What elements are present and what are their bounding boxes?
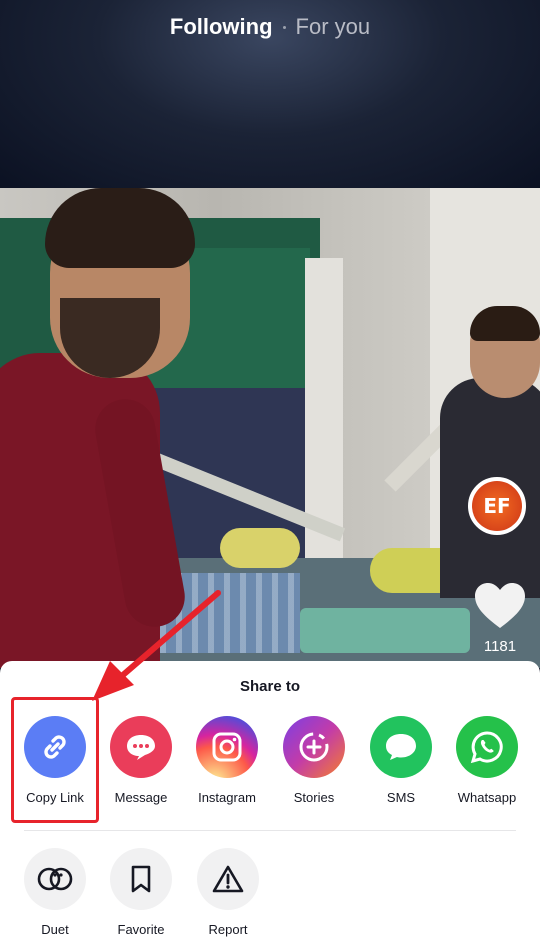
tab-separator bbox=[282, 25, 286, 29]
action-label: Report bbox=[208, 922, 248, 937]
creator-avatar[interactable]: EF bbox=[468, 477, 526, 535]
action-label: Duet bbox=[41, 922, 69, 937]
creator-avatar-text: EF bbox=[483, 494, 511, 518]
heart-icon[interactable] bbox=[474, 582, 526, 630]
video-person-background-hair bbox=[470, 306, 540, 341]
duet-button[interactable]: Duet bbox=[12, 848, 98, 937]
duet-icon bbox=[24, 848, 86, 910]
copy-link-highlight bbox=[11, 697, 99, 823]
tab-following[interactable]: Following bbox=[170, 14, 273, 40]
share-label: SMS bbox=[386, 790, 416, 805]
message-bubble-icon bbox=[110, 716, 172, 778]
video-food bbox=[220, 528, 300, 568]
share-sheet-divider bbox=[24, 830, 516, 831]
share-sheet: Share to Copy Link Message Instagram Sto… bbox=[0, 661, 540, 952]
share-sms-button[interactable]: SMS bbox=[358, 716, 444, 805]
share-instagram-button[interactable]: Instagram bbox=[184, 716, 270, 805]
tab-for-you[interactable]: For you bbox=[296, 14, 371, 40]
whatsapp-icon bbox=[456, 716, 518, 778]
like-count: 1181 bbox=[483, 638, 517, 655]
feed-tabs: Following For you bbox=[0, 10, 540, 44]
video-towels bbox=[300, 608, 470, 653]
share-message-button[interactable]: Message bbox=[98, 716, 184, 805]
share-label: Whatsapp bbox=[457, 790, 517, 805]
warning-triangle-icon bbox=[197, 848, 259, 910]
instagram-icon bbox=[196, 716, 258, 778]
share-label: Stories bbox=[293, 790, 335, 805]
sms-bubble-icon bbox=[370, 716, 432, 778]
share-label: Instagram bbox=[198, 790, 256, 805]
share-sheet-title: Share to bbox=[239, 678, 300, 695]
report-button[interactable]: Report bbox=[185, 848, 271, 937]
share-label: Message bbox=[114, 790, 168, 805]
share-whatsapp-button[interactable]: Whatsapp bbox=[444, 716, 530, 805]
screen: Following For you EF 1181 Share to Copy … bbox=[0, 0, 540, 952]
creator-avatar-logo: EF bbox=[472, 481, 522, 531]
action-label: Favorite bbox=[117, 922, 165, 937]
favorite-button[interactable]: Favorite bbox=[98, 848, 184, 937]
share-stories-button[interactable]: Stories bbox=[271, 716, 357, 805]
stories-plus-icon bbox=[283, 716, 345, 778]
video-frame[interactable] bbox=[0, 188, 540, 668]
bookmark-icon bbox=[110, 848, 172, 910]
video-person-hair bbox=[45, 188, 195, 268]
